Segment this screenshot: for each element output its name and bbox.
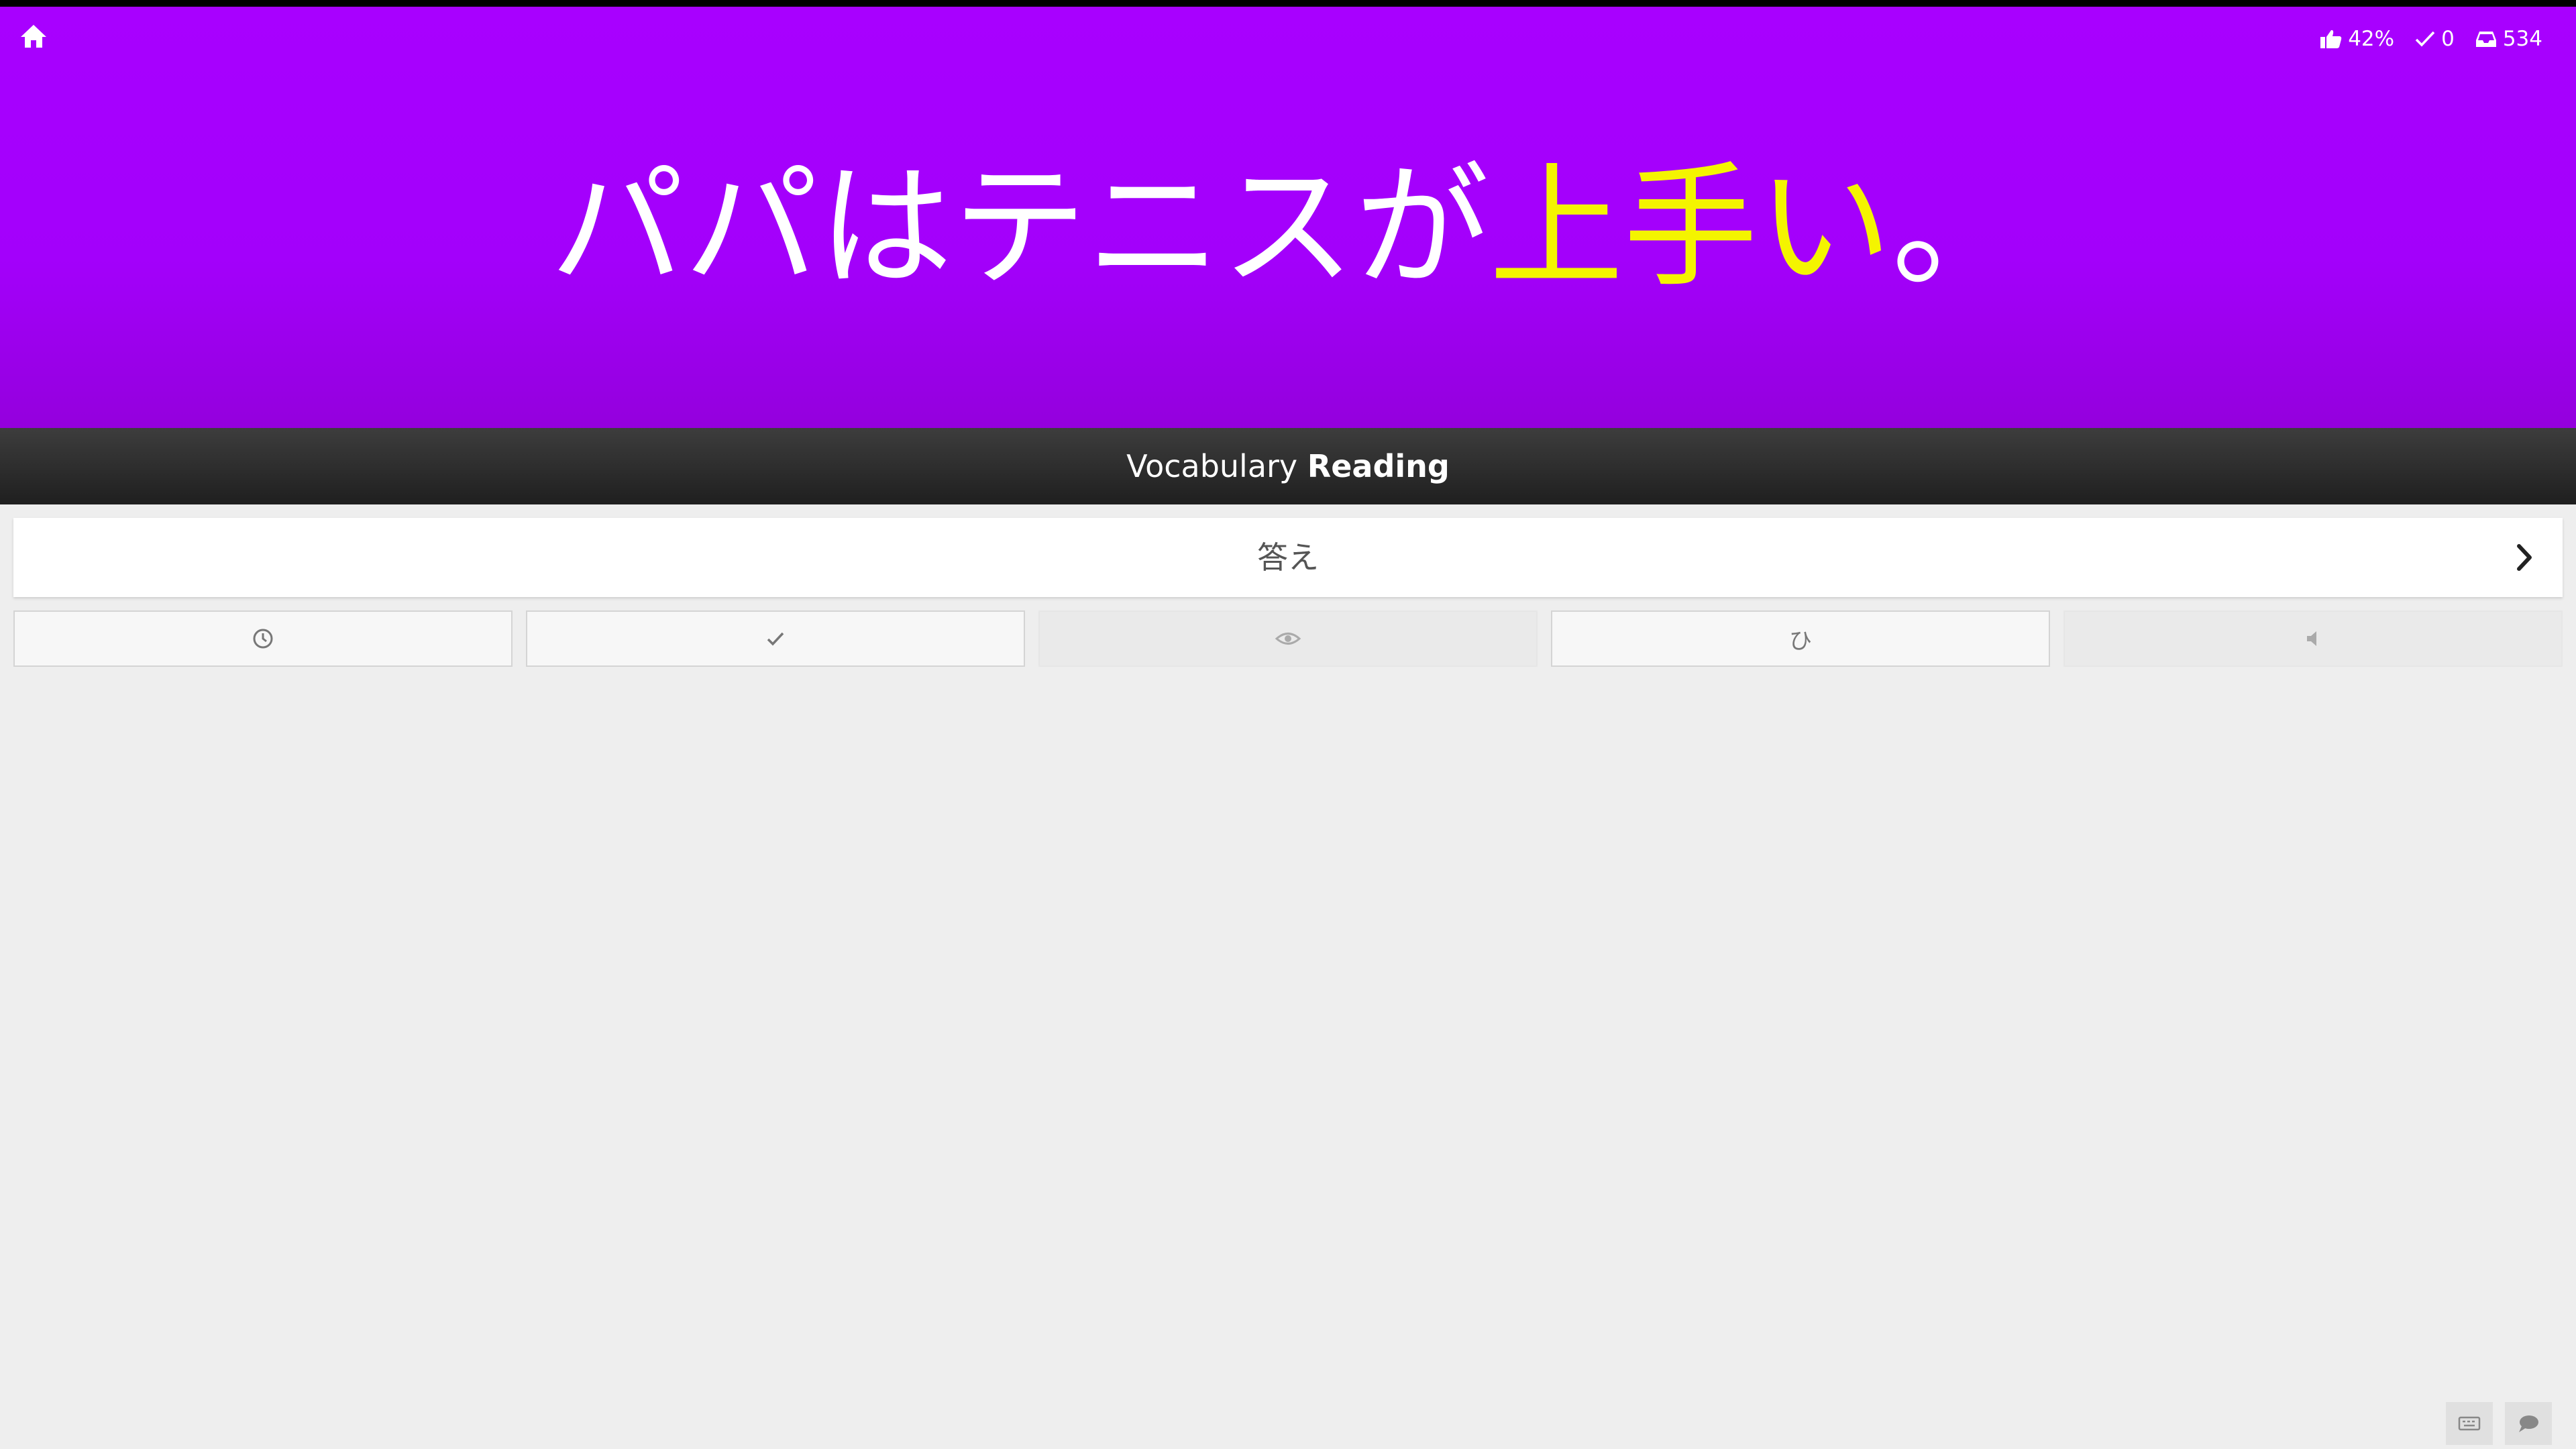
sentence-text: パパはテニスが: [549, 150, 1489, 306]
context-sentence: パパはテニスが上手い。: [0, 141, 2576, 315]
review-stats: 42% 0 534: [2320, 25, 2542, 52]
submit-button[interactable]: [2510, 541, 2537, 574]
stat-queue: 534: [2475, 27, 2542, 51]
keyboard-shortcuts-button[interactable]: [2446, 1402, 2493, 1445]
answer-form: [13, 518, 2563, 597]
item-info-button[interactable]: [1038, 610, 1538, 667]
eye-icon: [1275, 633, 1301, 645]
kana-toggle-button[interactable]: ひ: [1551, 610, 2050, 667]
correct-rate-value: 42%: [2348, 27, 2395, 51]
target-vocabulary: 上手い: [1489, 150, 1892, 306]
question-type-bar: Vocabulary Reading: [0, 428, 2576, 504]
thumbs-up-icon: [2320, 30, 2342, 48]
chevron-right-icon: [2517, 544, 2532, 571]
question-category: Vocabulary: [1126, 448, 1298, 484]
home-button[interactable]: [19, 23, 48, 50]
additional-actions: ひ: [13, 610, 2563, 667]
stat-completed: 0: [2414, 27, 2455, 51]
checkmark-icon: [767, 632, 784, 646]
chat-bubble-icon: [2519, 1415, 2538, 1432]
completed-count: 0: [2441, 27, 2455, 51]
audio-button[interactable]: [2063, 610, 2563, 667]
top-edge: [0, 0, 2576, 7]
last-items-button[interactable]: [13, 610, 513, 667]
queue-count: 534: [2502, 27, 2542, 51]
inbox-icon: [2475, 32, 2496, 47]
clock-icon: [253, 629, 273, 649]
feedback-button[interactable]: [2505, 1402, 2552, 1445]
check-icon: [2415, 31, 2435, 47]
sentence-punctuation: 。: [1892, 150, 2027, 306]
home-icon: [21, 25, 46, 48]
hiragana-icon: ひ: [1789, 627, 1812, 655]
question-type: Reading: [1307, 448, 1450, 484]
stat-correct-rate: 42%: [2320, 27, 2394, 51]
keyboard-icon: [2458, 1416, 2481, 1431]
speaker-icon: [2307, 631, 2316, 646]
sentence-banner: 42% 0 534 パパはテニスが上手い。: [0, 7, 2576, 428]
lesson-items-button[interactable]: [526, 610, 1025, 667]
answer-input[interactable]: [13, 518, 2563, 597]
